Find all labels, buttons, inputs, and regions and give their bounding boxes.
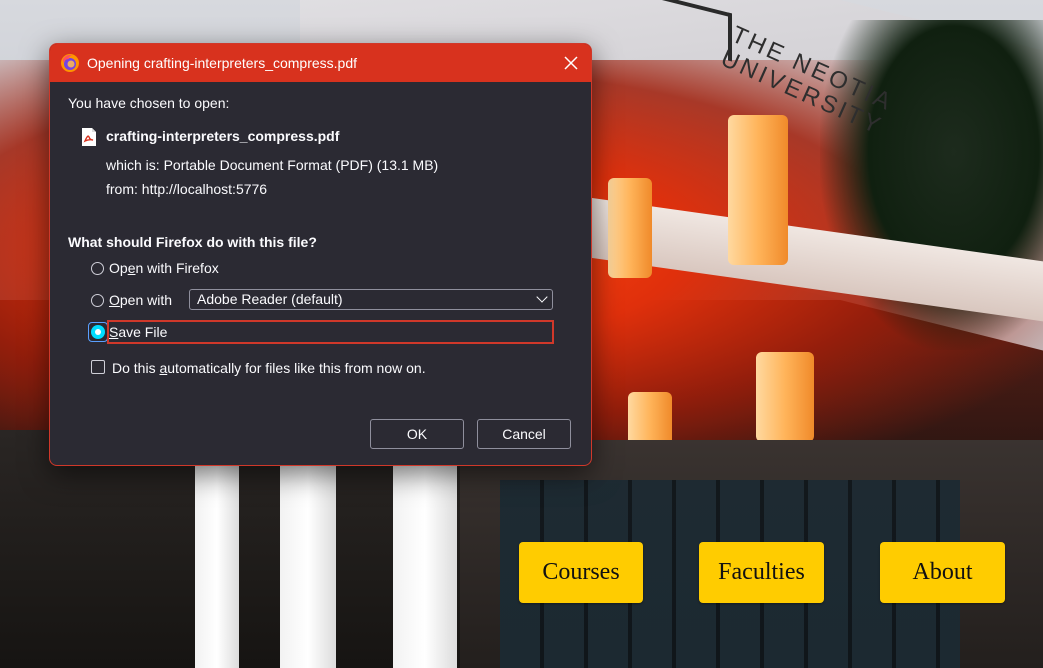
radio-open-with[interactable] xyxy=(91,294,104,307)
file-type: which is: Portable Document Format (PDF)… xyxy=(106,157,439,173)
close-button[interactable] xyxy=(551,44,591,82)
open-with-app-value: Adobe Reader (default) xyxy=(197,291,343,307)
column xyxy=(756,352,814,442)
auto-action-checkbox[interactable] xyxy=(91,360,105,374)
open-with-app-select[interactable]: Adobe Reader (default) xyxy=(189,289,553,310)
chevron-down-icon xyxy=(536,291,548,303)
radio-open-with-firefox[interactable] xyxy=(91,262,104,275)
file-source: from: http://localhost:5776 xyxy=(106,181,268,197)
nav-faculties-button[interactable]: Faculties xyxy=(699,542,824,603)
radio-save-file[interactable] xyxy=(91,325,105,339)
close-icon xyxy=(564,56,578,70)
column xyxy=(608,178,652,278)
dialog-title: Opening crafting-interpreters_compress.p… xyxy=(87,55,358,71)
intro-label: You have chosen to open: xyxy=(68,95,230,111)
ok-button[interactable]: OK xyxy=(370,419,464,449)
save-file-focus-outline xyxy=(107,320,554,344)
nav-about-button[interactable]: About xyxy=(880,542,1005,603)
open-with-label[interactable]: Open with xyxy=(109,292,172,308)
open-with-firefox-label[interactable]: Open with Firefox xyxy=(109,260,219,276)
auto-action-label[interactable]: Do this automatically for files like thi… xyxy=(112,360,426,376)
file-name: crafting-interpreters_compress.pdf xyxy=(106,128,340,144)
dialog-titlebar: Opening crafting-interpreters_compress.p… xyxy=(50,44,591,82)
white-pillar xyxy=(280,462,336,668)
white-pillar xyxy=(393,462,457,668)
column xyxy=(728,115,788,265)
save-file-label[interactable]: Save File xyxy=(109,324,167,340)
white-pillar xyxy=(195,462,239,668)
cancel-button[interactable]: Cancel xyxy=(477,419,571,449)
open-file-dialog: Opening crafting-interpreters_compress.p… xyxy=(49,43,592,466)
action-question: What should Firefox do with this file? xyxy=(68,234,317,250)
firefox-icon xyxy=(61,54,79,72)
pdf-file-icon xyxy=(82,128,96,146)
nav-courses-button[interactable]: Courses xyxy=(519,542,643,603)
